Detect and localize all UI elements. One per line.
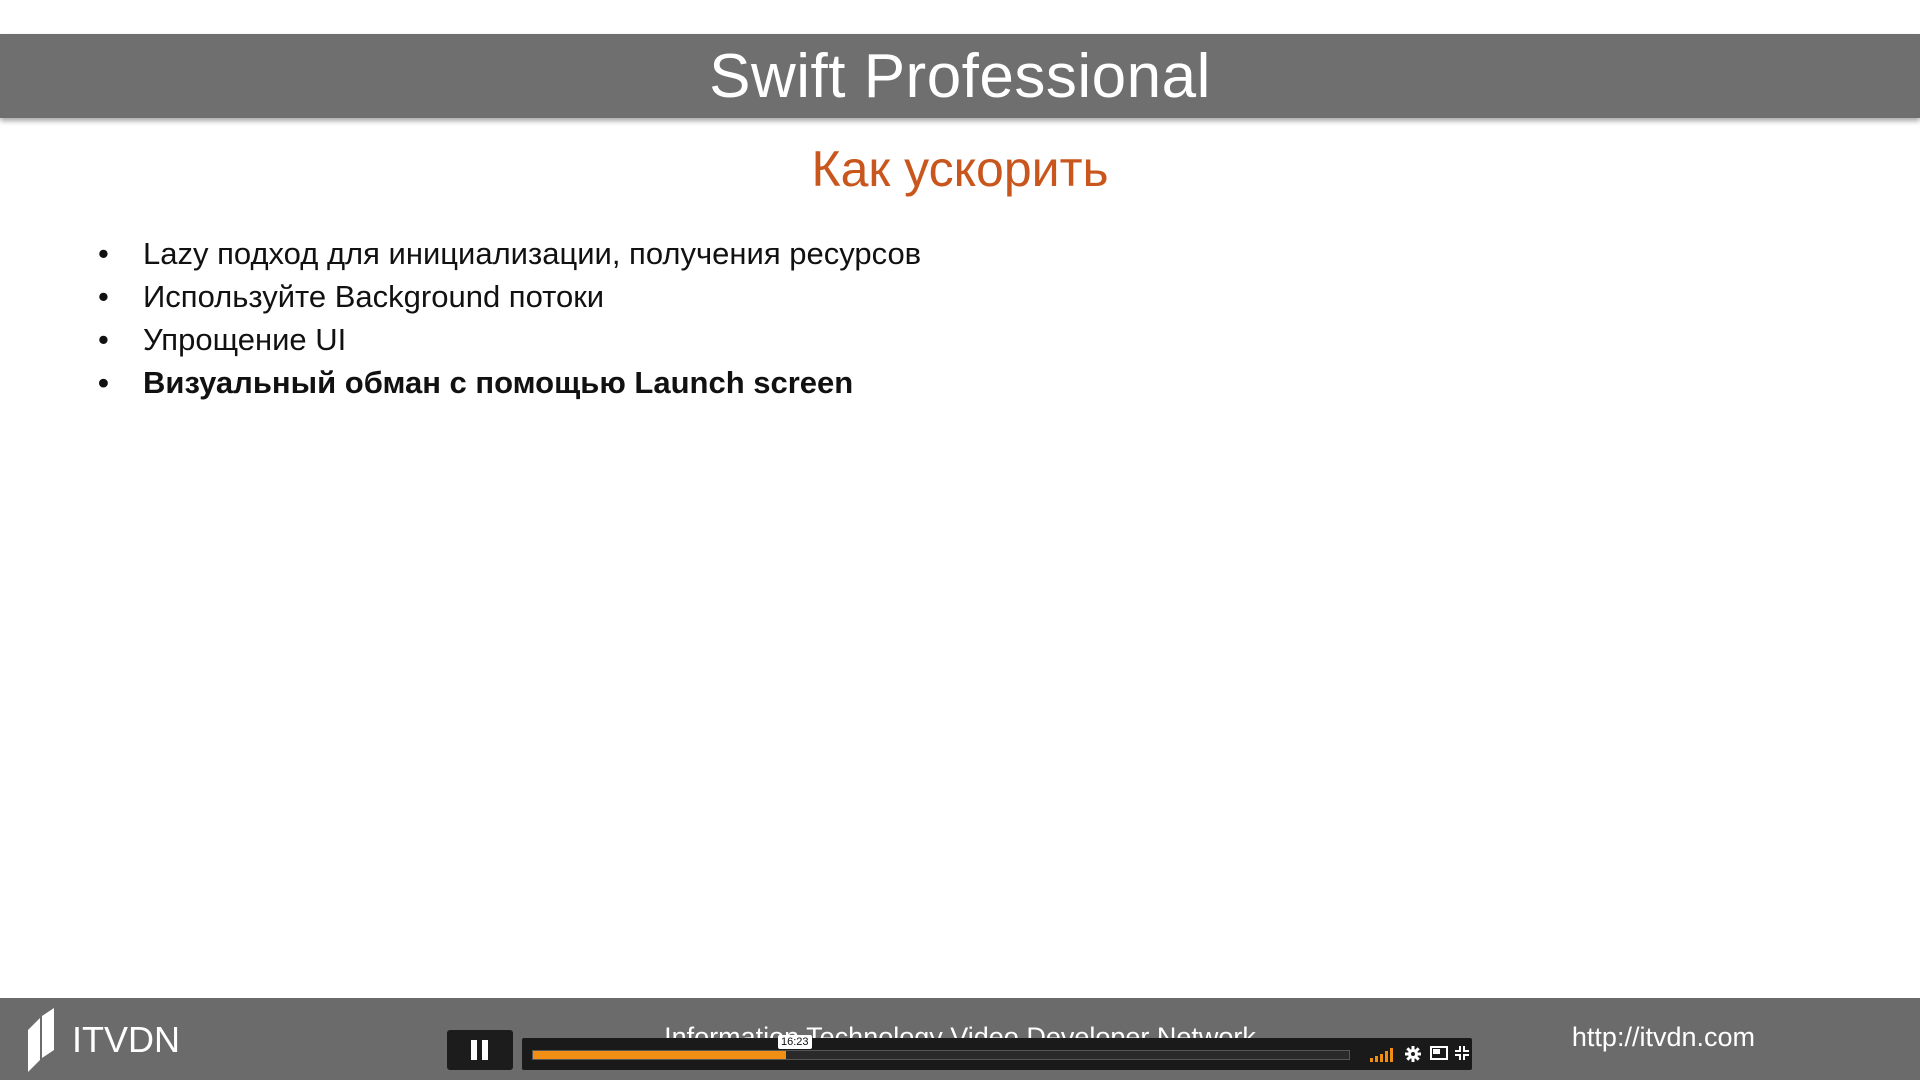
fullscreen-icon[interactable]: [1455, 1046, 1469, 1060]
bullet-item: • Используйте Background потоки: [96, 275, 921, 318]
slide-subtitle: Как ускорить: [811, 141, 1109, 197]
bullet-dot: •: [98, 365, 109, 400]
picture-in-picture-icon[interactable]: [1430, 1046, 1448, 1060]
bullet-list: • Lazy подход для инициализации, получен…: [96, 232, 921, 404]
slide-title-bar: Swift Professional: [0, 34, 1920, 118]
bullet-item: • Упрощение UI: [96, 318, 921, 361]
pause-button[interactable]: [447, 1030, 513, 1070]
progress-fill: [533, 1051, 786, 1059]
slide-title: Swift Professional: [709, 41, 1211, 111]
settings-gear-icon[interactable]: [1405, 1046, 1421, 1062]
bullet-item: • Визуальный обман с помощью Launch scre…: [96, 361, 921, 404]
video-player-controls: 16:23: [447, 1030, 1472, 1070]
footer-url: http://itvdn.com: [1571, 1022, 1755, 1052]
volume-icon[interactable]: [1370, 1048, 1395, 1062]
pause-icon: [471, 1040, 488, 1060]
bullet-dot: •: [98, 236, 109, 271]
bullet-text: Используйте Background потоки: [143, 279, 605, 314]
bullet-item: • Lazy подход для инициализации, получен…: [96, 232, 921, 275]
current-time-tooltip: 16:23: [778, 1035, 812, 1049]
control-bar: 16:23: [522, 1035, 1472, 1070]
bullet-text: Визуальный обман с помощью Launch screen: [143, 365, 854, 400]
bullet-dot: •: [98, 279, 109, 314]
bullet-dot: •: [98, 322, 109, 357]
video-frame: Swift Professional Как ускорить • Lazy п…: [0, 0, 1920, 1080]
bullet-text: Lazy подход для инициализации, получения…: [143, 236, 922, 271]
progress-bar[interactable]: 16:23: [532, 1035, 1350, 1060]
bullet-text: Упрощение UI: [143, 322, 347, 357]
